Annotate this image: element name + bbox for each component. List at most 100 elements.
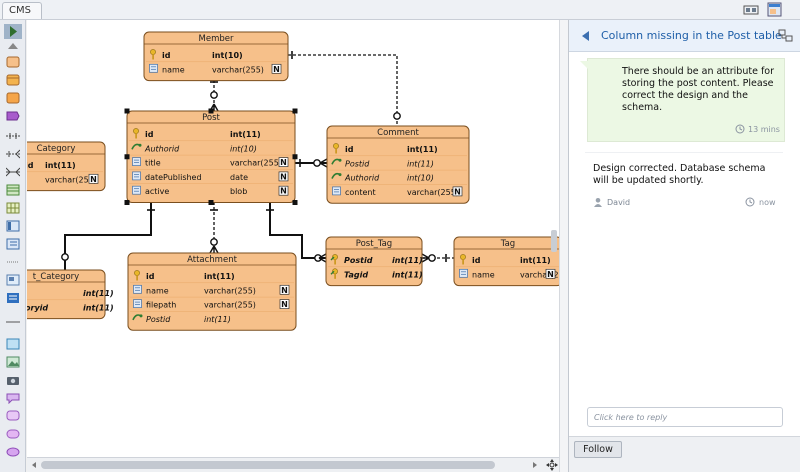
comment-tool-icon[interactable] — [6, 392, 20, 404]
column-name: active — [145, 187, 169, 196]
entity-comment[interactable]: Comment id int(11) Postid int(11) Authorid int… — [326, 125, 470, 204]
bubble-tail-icon — [580, 61, 588, 69]
crows-foot — [209, 245, 219, 254]
erd-diagram[interactable]: Memberid int(10)name varchar(255) NPostid in… — [27, 20, 559, 457]
layout-icon[interactable] — [742, 2, 760, 18]
view-tool-icon[interactable] — [6, 74, 20, 86]
entity-title: Post — [202, 113, 220, 123]
entity-post[interactable]: Post id int(11) Authorid int(10) title varchar… — [126, 110, 296, 203]
separator-dots-icon — [7, 261, 19, 263]
resize-handle[interactable] — [124, 154, 130, 160]
column-name: Postid — [345, 159, 370, 168]
pan-icon[interactable] — [546, 459, 558, 471]
optional-ring — [61, 253, 69, 261]
share-icon[interactable] — [778, 29, 794, 43]
select-tool-icon[interactable] — [4, 24, 22, 39]
column-icon — [149, 63, 158, 73]
back-arrow-icon[interactable] — [580, 30, 590, 42]
column-name: name — [162, 65, 185, 74]
column-icon — [133, 299, 142, 308]
resize-handle[interactable] — [208, 200, 214, 205]
diagram-canvas[interactable]: Member id int(10) name varchar(255) N Post id in… — [27, 20, 559, 457]
table-tool-icon[interactable] — [6, 184, 20, 196]
column-type: blob — [230, 187, 247, 196]
optional-ring — [428, 254, 436, 262]
discussion-title: Column missing in the Post table — [601, 29, 782, 42]
nullable-marker: N — [454, 187, 461, 196]
entity-post-tag[interactable]: Post_Tag Postid int(11) Tagid int(11) — [325, 236, 423, 287]
comment-time: now — [759, 198, 776, 207]
entity-category[interactable]: Categoryidint(11)varchar(255)N — [27, 141, 106, 192]
canvas-vscroll-thumb[interactable] — [551, 230, 557, 252]
comment-text: There should be an attribute for storing… — [622, 66, 774, 113]
resize-handle[interactable] — [124, 108, 130, 114]
discussion-panel: Column missing in the Post table There s… — [568, 20, 800, 472]
entity-tool-icon[interactable] — [6, 56, 20, 68]
discussion-header: Column missing in the Post table — [569, 20, 800, 52]
column-name: Postid — [146, 315, 171, 324]
entity-post-category[interactable]: t_Category int(11) oryid int(11) — [27, 269, 114, 320]
callout-tool-icon[interactable] — [6, 410, 20, 422]
column-name: id — [145, 130, 154, 139]
entity-attachment[interactable]: Attachment id int(11) name varchar(255) Nfile… — [127, 252, 297, 331]
procedure-tool-icon[interactable] — [6, 92, 20, 104]
panel-toggle-icon[interactable] — [766, 2, 784, 18]
entity-member[interactable]: Member id int(10) name varchar(255) N — [143, 31, 289, 82]
note-tool-icon[interactable] — [6, 274, 20, 286]
follow-button[interactable]: Follow — [574, 441, 622, 458]
ellipse-tool-icon[interactable] — [6, 446, 20, 458]
trigger-tool-icon[interactable] — [6, 110, 20, 122]
diagram-tab[interactable]: CMS — [2, 2, 42, 19]
comment-author: David — [607, 198, 631, 207]
column-type: int(11) — [83, 303, 114, 312]
rounded-shape-tool-icon[interactable] — [6, 428, 20, 440]
column-type: int(10) — [230, 144, 257, 153]
column-icon — [133, 284, 142, 294]
resize-handle[interactable] — [292, 200, 298, 205]
hscroll-thumb[interactable] — [41, 461, 495, 469]
column-type: int(10) — [212, 51, 243, 60]
camera-tool-icon[interactable] — [6, 374, 20, 386]
column-name: name — [472, 270, 495, 279]
relationship-many-many-icon[interactable] — [6, 166, 20, 178]
nullable-marker: N — [280, 172, 287, 181]
column-type: int(11) — [520, 256, 551, 265]
canvas-hscroll[interactable] — [27, 457, 559, 472]
column-name: id — [162, 51, 171, 60]
column-type: int(11) — [392, 256, 423, 265]
column-name: title — [145, 159, 161, 168]
column-type: varchar(255) — [204, 301, 256, 310]
resize-handle[interactable] — [292, 108, 298, 114]
sequence-tool-icon[interactable] — [6, 292, 20, 304]
nullable-marker: N — [280, 187, 287, 196]
column-tool-icon[interactable] — [6, 220, 20, 232]
grid-tool-icon[interactable] — [6, 202, 20, 214]
resize-handle[interactable] — [208, 108, 214, 114]
column-name: id — [472, 256, 481, 265]
relationship-one-many-icon[interactable] — [6, 148, 20, 160]
scroll-right-icon[interactable] — [531, 461, 539, 469]
index-tool-icon[interactable] — [6, 238, 20, 250]
column-type: int(11) — [230, 130, 261, 139]
top-bar: CMS — [0, 0, 800, 20]
member-comment-link[interactable] — [288, 54, 398, 126]
column-type: int(11) — [204, 315, 231, 324]
column-type: int(11) — [204, 272, 235, 281]
scroll-up-icon[interactable] — [6, 42, 20, 50]
nullable-marker: N — [547, 270, 554, 279]
column-icon — [132, 171, 141, 181]
image-tool-icon[interactable] — [6, 356, 20, 368]
relationship-one-one-icon[interactable] — [6, 130, 20, 142]
entity-tag[interactable]: Tagidint(11)namevarchar(255)N — [453, 236, 559, 287]
post-tag-link[interactable] — [269, 202, 326, 259]
comment-bubble: There should be an attribute for storing… — [587, 58, 785, 142]
resize-handle[interactable] — [292, 154, 298, 160]
frame-tool-icon[interactable] — [6, 338, 20, 350]
splitter[interactable] — [559, 20, 568, 472]
reply-input[interactable]: Click here to reply — [587, 407, 783, 427]
scroll-left-icon[interactable] — [30, 461, 38, 469]
user-avatar-icon — [594, 198, 602, 207]
column-type: varchar(255) — [212, 65, 264, 74]
column-name: content — [345, 188, 376, 197]
resize-handle[interactable] — [124, 200, 130, 205]
